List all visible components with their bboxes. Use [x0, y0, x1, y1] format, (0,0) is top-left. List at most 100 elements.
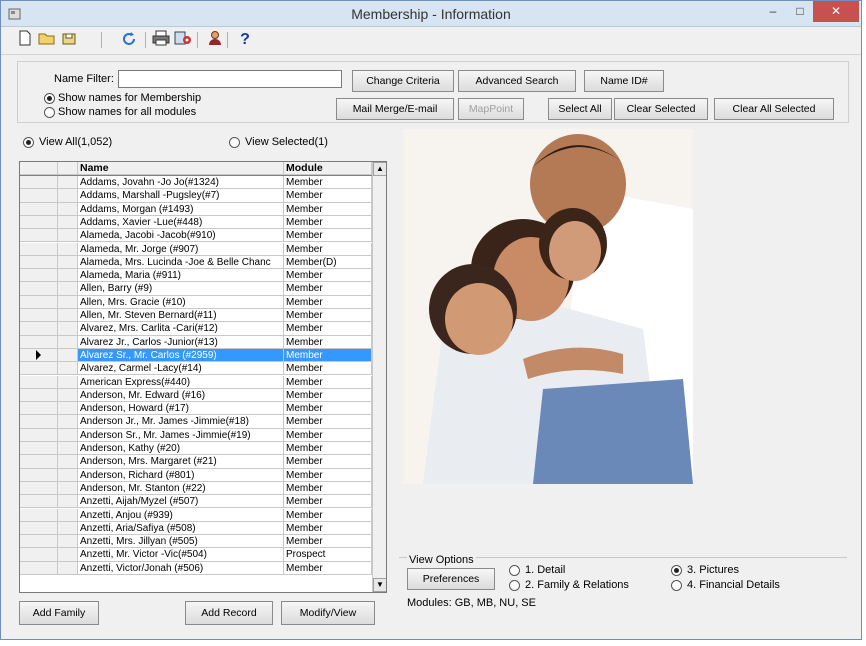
row-selector-cell[interactable]: [20, 375, 58, 389]
table-row[interactable]: Allen, Mr. Steven Bernard(#11) Member: [20, 309, 372, 323]
row-name-cell[interactable]: Anzetti, Mrs. Jillyan (#505): [78, 535, 284, 549]
row-check-cell[interactable]: [58, 176, 78, 190]
row-check-cell[interactable]: [58, 255, 78, 270]
row-check-cell[interactable]: [58, 442, 78, 456]
row-selector-cell[interactable]: [20, 548, 58, 562]
row-check-cell[interactable]: [58, 455, 78, 469]
row-name-cell[interactable]: Allen, Barry (#9): [78, 282, 284, 296]
table-row[interactable]: Allen, Mrs. Gracie (#10) Member: [20, 295, 372, 309]
row-module-cell[interactable]: Member: [284, 535, 372, 549]
row-name-cell[interactable]: Alvarez Sr., Mr. Carlos (#2959): [78, 348, 284, 363]
row-module-cell[interactable]: Member: [284, 335, 372, 349]
advanced-search-button[interactable]: Advanced Search: [458, 70, 576, 92]
row-check-cell[interactable]: [58, 309, 78, 323]
row-selector-cell[interactable]: [20, 561, 58, 575]
row-name-cell[interactable]: Allen, Mrs. Gracie (#10): [78, 295, 284, 309]
table-row[interactable]: Addams, Morgan (#1493) Member: [20, 202, 372, 216]
row-name-cell[interactable]: Allen, Mr. Steven Bernard(#11): [78, 309, 284, 323]
row-module-cell[interactable]: Member: [284, 481, 372, 496]
row-name-cell[interactable]: Addams, Marshall -Pugsley(#7): [78, 189, 284, 203]
row-name-cell[interactable]: Addams, Jovahn -Jo Jo(#1324): [78, 176, 284, 190]
row-name-cell[interactable]: Anzetti, Aria/Safiya (#508): [78, 521, 284, 536]
row-name-cell[interactable]: Addams, Morgan (#1493): [78, 202, 284, 216]
row-module-cell[interactable]: Member: [284, 442, 372, 456]
scroll-up-arrow-icon[interactable]: ▲: [373, 162, 386, 176]
show-all-modules-radio[interactable]: [44, 107, 55, 118]
table-row[interactable]: Anderson, Richard (#801) Member: [20, 468, 372, 482]
table-row[interactable]: Anzetti, Victor/Jonah (#506) Member: [20, 561, 372, 575]
help-icon[interactable]: ?: [235, 30, 255, 50]
row-check-cell[interactable]: [58, 535, 78, 549]
header-name[interactable]: Name: [78, 162, 284, 175]
name-filter-input[interactable]: [118, 70, 342, 88]
row-name-cell[interactable]: Anderson, Richard (#801): [78, 468, 284, 482]
row-name-cell[interactable]: Alameda, Maria (#911): [78, 269, 284, 283]
clear-all-selected-button[interactable]: Clear All Selected: [714, 98, 834, 120]
row-selector-cell[interactable]: [20, 388, 58, 403]
row-check-cell[interactable]: [58, 335, 78, 349]
maximize-button[interactable]: □: [787, 1, 813, 22]
row-module-cell[interactable]: Member: [284, 189, 372, 203]
table-row[interactable]: Addams, Jovahn -Jo Jo(#1324) Member: [20, 176, 372, 190]
header-module[interactable]: Module: [284, 162, 372, 175]
row-selector-cell[interactable]: [20, 415, 58, 429]
row-check-cell[interactable]: [58, 375, 78, 389]
row-module-cell[interactable]: Member: [284, 269, 372, 283]
row-module-cell[interactable]: Member: [284, 229, 372, 243]
row-module-cell[interactable]: Member: [284, 309, 372, 323]
table-row[interactable]: Anderson, Howard (#17) Member: [20, 402, 372, 416]
table-row[interactable]: Addams, Xavier -Lue(#448) Member: [20, 215, 372, 230]
row-name-cell[interactable]: Anderson, Kathy (#20): [78, 442, 284, 456]
table-row[interactable]: Alvarez Jr., Carlos -Junior(#13) Member: [20, 335, 372, 349]
row-module-cell[interactable]: Member: [284, 202, 372, 216]
settings-icon[interactable]: [173, 30, 193, 50]
row-name-cell[interactable]: Anderson, Howard (#17): [78, 402, 284, 416]
row-selector-cell[interactable]: [20, 442, 58, 456]
add-family-button[interactable]: Add Family: [19, 601, 99, 625]
row-selector-cell[interactable]: [20, 455, 58, 469]
row-selector-cell[interactable]: [20, 309, 58, 323]
row-check-cell[interactable]: [58, 548, 78, 562]
row-name-cell[interactable]: Anderson Jr., Mr. James -Jimmie(#18): [78, 415, 284, 429]
change-criteria-button[interactable]: Change Criteria: [352, 70, 454, 92]
add-record-button[interactable]: Add Record: [185, 601, 273, 625]
row-selector-cell[interactable]: [20, 255, 58, 270]
table-row[interactable]: Anzetti, Aijah/Myzel (#507) Member: [20, 495, 372, 509]
row-module-cell[interactable]: Member: [284, 495, 372, 509]
row-check-cell[interactable]: [58, 202, 78, 216]
show-membership-radio[interactable]: [44, 93, 55, 104]
table-row[interactable]: American Express(#440) Member: [20, 375, 372, 389]
row-selector-cell[interactable]: [20, 215, 58, 230]
row-module-cell[interactable]: Member: [284, 362, 372, 376]
row-name-cell[interactable]: Addams, Xavier -Lue(#448): [78, 215, 284, 230]
user-icon[interactable]: [205, 30, 225, 50]
table-row[interactable]: Anzetti, Mr. Victor -Vic(#504) Prospect: [20, 548, 372, 562]
preferences-button[interactable]: Preferences: [407, 568, 495, 590]
row-check-cell[interactable]: [58, 189, 78, 203]
row-module-cell[interactable]: Member: [284, 282, 372, 296]
refresh-icon[interactable]: [119, 30, 139, 50]
row-selector-cell[interactable]: [20, 335, 58, 349]
pictures-radio[interactable]: [671, 565, 682, 576]
table-row[interactable]: Anderson, Mrs. Margaret (#21) Member: [20, 455, 372, 469]
row-module-cell[interactable]: Member: [284, 508, 372, 522]
row-selector-cell[interactable]: [20, 362, 58, 376]
row-module-cell[interactable]: Member: [284, 215, 372, 230]
row-name-cell[interactable]: Anzetti, Anjou (#939): [78, 508, 284, 522]
row-check-cell[interactable]: [58, 388, 78, 403]
table-row[interactable]: Anzetti, Anjou (#939) Member: [20, 508, 372, 522]
row-name-cell[interactable]: Anderson, Mr. Edward (#16): [78, 388, 284, 403]
row-module-cell[interactable]: Member: [284, 455, 372, 469]
row-name-cell[interactable]: Anderson, Mrs. Margaret (#21): [78, 455, 284, 469]
row-selector-cell[interactable]: [20, 521, 58, 536]
row-selector-cell[interactable]: [20, 495, 58, 509]
print-icon[interactable]: [151, 30, 171, 50]
row-name-cell[interactable]: Alvarez, Mrs. Carlita -Cari(#12): [78, 322, 284, 336]
financial-details-radio[interactable]: [671, 580, 682, 591]
row-name-cell[interactable]: American Express(#440): [78, 375, 284, 389]
row-name-cell[interactable]: Alvarez, Carmel -Lacy(#14): [78, 362, 284, 376]
row-name-cell[interactable]: Alameda, Jacobi -Jacob(#910): [78, 229, 284, 243]
grid-scrollbar[interactable]: ▲ ▼: [372, 162, 386, 592]
family-relations-radio[interactable]: [509, 580, 520, 591]
row-selector-cell[interactable]: [20, 428, 58, 442]
